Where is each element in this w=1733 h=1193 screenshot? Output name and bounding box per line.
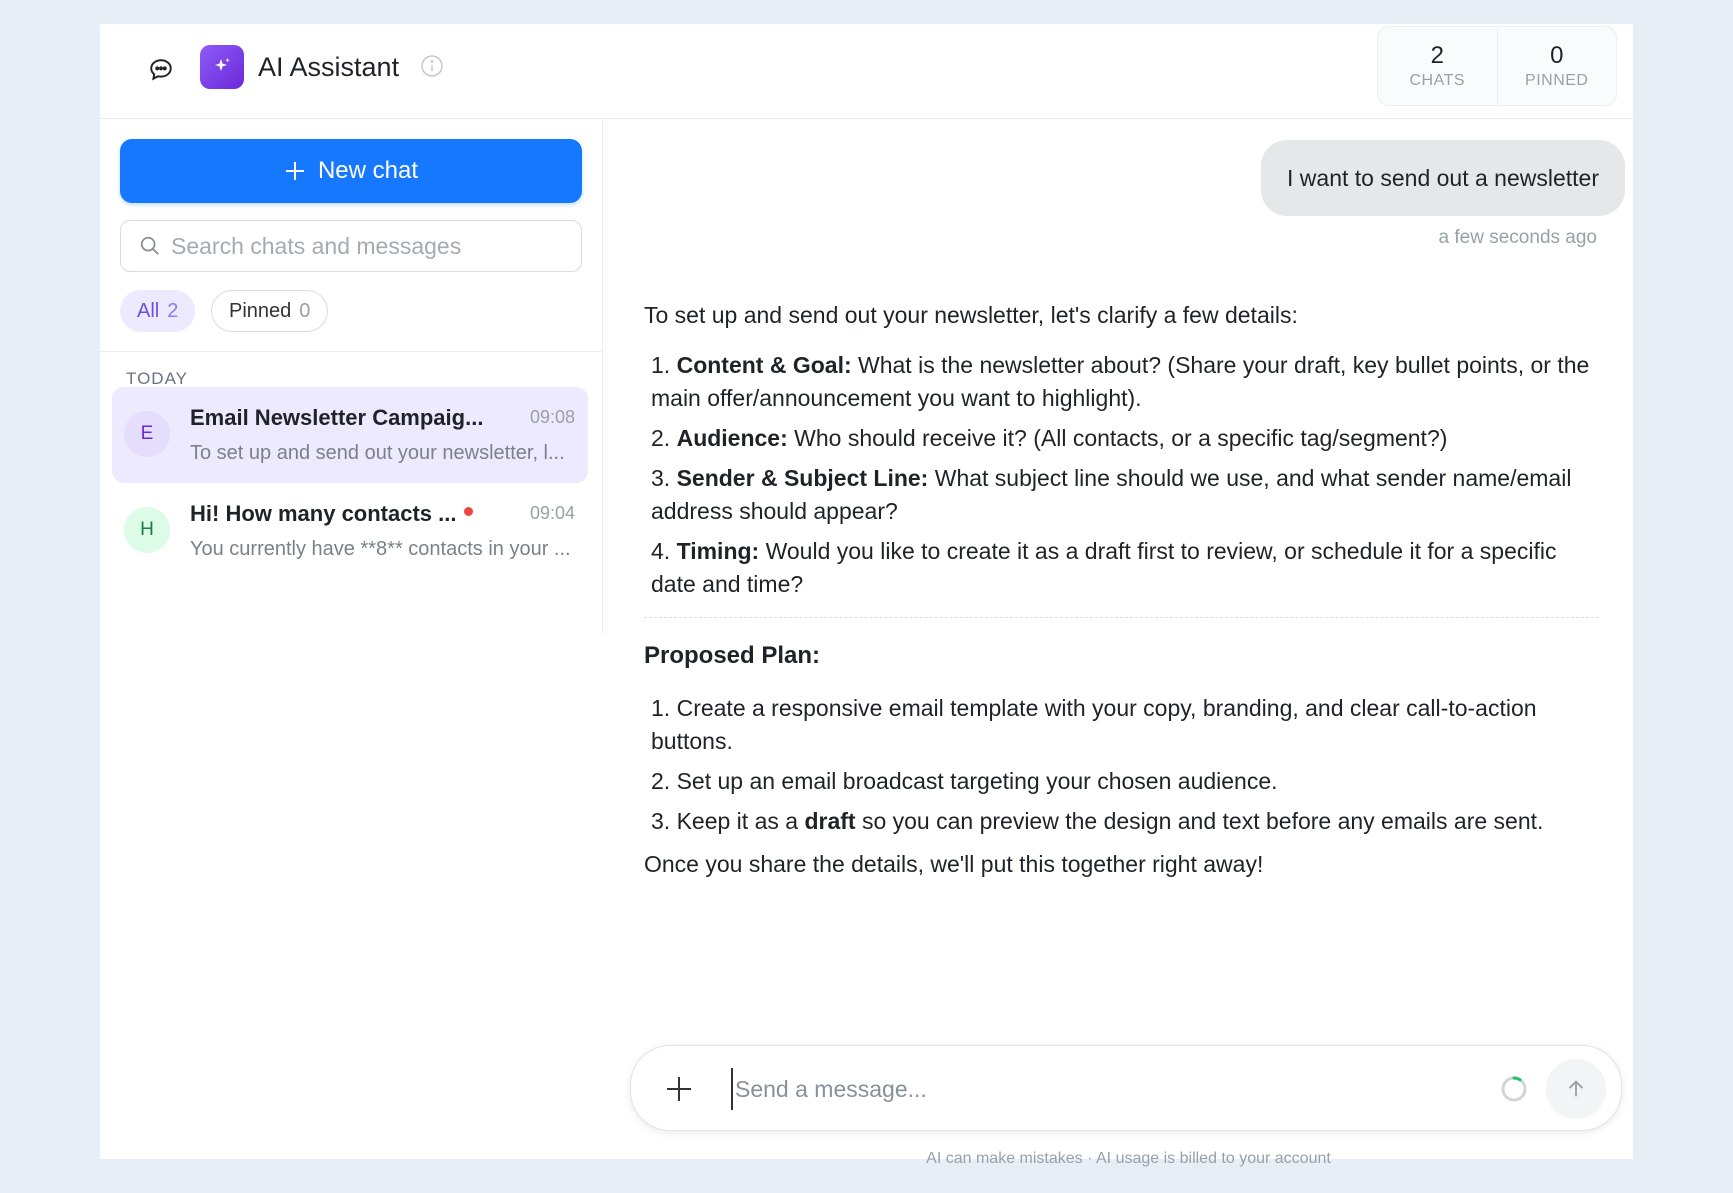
send-button[interactable] [1546, 1059, 1606, 1119]
item-bold: Audience: [676, 425, 788, 451]
stat-value: 2 [1430, 42, 1444, 69]
list-item: 2. Audience: Who should receive it? (All… [651, 422, 1599, 455]
user-message: I want to send out a newsletter [1261, 140, 1625, 216]
item-number: 3. [651, 465, 671, 491]
app-window: AI Assistant 2 CHATS 0 PINNED New chat S… [100, 24, 1633, 1167]
details-list: 1. Content & Goal: What is the newslette… [644, 349, 1599, 601]
item-number: 2. [651, 425, 671, 451]
list-item: 3. Sender & Subject Line: What subject l… [651, 462, 1599, 528]
item-number: 3. [651, 808, 671, 834]
conversation-title: Email Newsletter Campaig... [190, 405, 484, 430]
arrow-up-icon [1568, 1080, 1584, 1097]
header: AI Assistant 2 CHATS 0 PINNED [100, 24, 1633, 119]
item-text: Set up an email broadcast targeting your… [676, 768, 1278, 794]
search-input[interactable] [171, 232, 571, 260]
avatar: H [124, 507, 170, 553]
item-bold: draft [804, 808, 856, 834]
item-text: Keep it as a [676, 808, 799, 834]
plan-heading: Proposed Plan: [644, 642, 821, 669]
item-text: so you can preview the design and text b… [861, 808, 1544, 834]
conversation-preview: To set up and send out your newsletter, … [190, 442, 565, 464]
conversation-item[interactable]: E Email Newsletter Campaig... 09:08 To s… [112, 387, 588, 483]
search-box[interactable] [120, 220, 582, 272]
search-icon [140, 236, 159, 255]
filter-pinned[interactable]: Pinned 0 [211, 290, 329, 332]
plan-list: 1. Create a responsive email template wi… [644, 692, 1599, 838]
stat-pinned: 0 PINNED [1496, 27, 1617, 105]
list-item: 4. Timing: Would you like to create it a… [651, 535, 1599, 601]
divider [100, 351, 603, 352]
plus-icon [285, 162, 304, 180]
item-number: 4. [651, 538, 671, 564]
filter-label: All [137, 299, 160, 322]
sparkle-logo-icon [200, 45, 244, 89]
filter-count: 0 [299, 299, 311, 322]
conversation-time: 09:08 [529, 407, 575, 427]
sidebar: New chat All 2 Pinned 0 TODAY E Email Ne… [100, 119, 603, 634]
item-text: Would you like to create it as a draft f… [651, 538, 1557, 597]
item-text: Create a responsive email template with … [651, 695, 1537, 754]
new-chat-label: New chat [317, 157, 419, 184]
unread-dot [464, 507, 473, 516]
stat-label: CHATS [1409, 72, 1466, 89]
filter-count: 2 [167, 299, 179, 322]
disclaimer: AI can make mistakes · AI usage is bille… [926, 1150, 1331, 1167]
divider [644, 617, 1599, 618]
message-timestamp: a few seconds ago [1438, 227, 1597, 248]
stats-panel: 2 CHATS 0 PINNED [1377, 26, 1617, 106]
conversation-title: Hi! How many contacts ... [190, 501, 457, 526]
assistant-message: To set up and send out your newsletter, … [644, 299, 1599, 898]
new-chat-button[interactable]: New chat [120, 139, 582, 203]
info-icon[interactable] [420, 54, 444, 78]
item-text: Who should receive it? (All contacts, or… [794, 425, 1448, 451]
assistant-closing: Once you share the details, we'll put th… [644, 851, 1264, 877]
message-input[interactable] [731, 1068, 1431, 1110]
conversation-time: 09:04 [529, 503, 575, 523]
list-item: 1. Content & Goal: What is the newslette… [651, 349, 1599, 415]
conversation-preview: You currently have **8** contacts in you… [190, 538, 571, 560]
avatar: E [124, 411, 170, 457]
filter-all[interactable]: All 2 [120, 290, 196, 332]
item-number: 2. [651, 768, 671, 794]
chat-area: I want to send out a newsletter a few se… [604, 119, 1633, 1167]
section-label-today: TODAY [126, 369, 188, 388]
chat-bubble-icon[interactable] [145, 54, 177, 86]
assistant-intro: To set up and send out your newsletter, … [644, 302, 1298, 328]
list-item: 2. Set up an email broadcast targeting y… [651, 765, 1599, 798]
attach-plus-icon[interactable] [661, 1071, 697, 1107]
loading-spinner-icon [1499, 1074, 1529, 1104]
app-title: AI Assistant [258, 52, 400, 82]
filter-label: Pinned [229, 299, 292, 322]
item-number: 1. [651, 695, 671, 721]
item-bold: Sender & Subject Line: [676, 465, 929, 491]
item-number: 1. [651, 352, 671, 378]
item-bold: Timing: [676, 538, 760, 564]
conversation-item[interactable]: H Hi! How many contacts ... 09:04 You cu… [112, 483, 588, 579]
stat-label: PINNED [1525, 72, 1589, 89]
item-bold: Content & Goal: [676, 352, 852, 378]
list-item: 3. Keep it as a draft so you can preview… [651, 805, 1599, 838]
stat-chats: 2 CHATS [1378, 27, 1497, 105]
list-item: 1. Create a responsive email template wi… [651, 692, 1599, 758]
stat-value: 0 [1550, 42, 1564, 69]
message-composer [630, 1045, 1622, 1131]
